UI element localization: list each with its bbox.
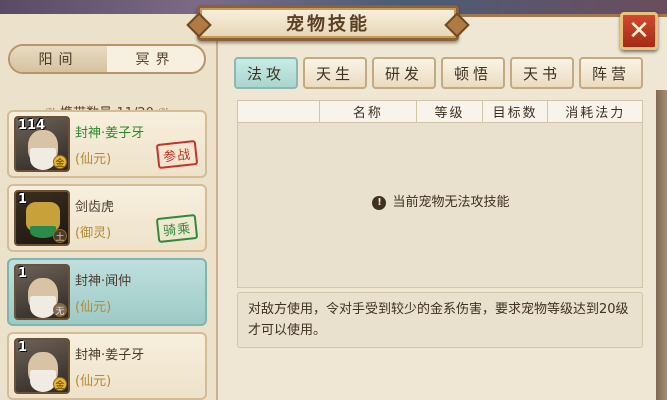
tab-yang-realm[interactable]: 阳间 [10, 46, 107, 72]
tab-magic-attack[interactable]: 法攻 [234, 57, 298, 89]
pet-level: 114 [18, 118, 46, 133]
tab-research[interactable]: 研发 [372, 57, 436, 89]
element-badge-icon: 无 [53, 303, 67, 317]
pet-type: (仙元) [75, 374, 112, 389]
pet-portrait: 1 无 [14, 264, 70, 320]
element-badge-icon: 金 [53, 377, 67, 391]
title-plaque: 宠物技能 [197, 5, 459, 41]
pet-portrait: 114 金 [14, 116, 70, 172]
column-header-level: 等级 [417, 101, 483, 122]
pet-type: (仙元) [75, 300, 112, 315]
column-header-mana-cost: 消耗法力 [565, 106, 626, 121]
right-edge-decoration [656, 90, 667, 400]
pet-card-selected[interactable]: 1 无 封神·闻仲 (仙元) [7, 258, 207, 326]
realm-tabs: 阳间 冥界 [8, 44, 206, 74]
empty-message-text: 当前宠物无法攻技能 [392, 195, 510, 210]
pet-portrait: 1 土 [14, 190, 70, 246]
element-badge-icon: 土 [53, 229, 67, 243]
pet-type: (仙元) [75, 152, 112, 167]
ride-stamp: 骑乘 [155, 213, 199, 244]
column-header-name: 名称 [320, 101, 418, 122]
close-button[interactable]: ✕ [620, 12, 658, 50]
tab-epiphany[interactable]: 顿悟 [441, 57, 505, 89]
pet-name: 封神·姜子牙 [75, 348, 145, 363]
empty-message: ! 当前宠物无法攻技能 [238, 191, 644, 210]
pet-type: (御灵) [75, 226, 112, 241]
column-header-targets: 目标数 [483, 101, 549, 122]
tab-underworld[interactable]: 冥界 [107, 46, 204, 72]
page-title: 宠物技能 [286, 14, 370, 35]
pet-card[interactable]: 1 土 剑齿虎 (御灵) 骑乘 [7, 184, 207, 252]
skill-panel: 法攻 天生 研发 顿悟 天书 阵营 名称 等级 目标数 消耗法力 ! 当前宠物无法… [222, 50, 656, 400]
skill-tabs: 法攻 天生 研发 顿悟 天书 阵营 [234, 57, 644, 89]
pet-list-column: 阳间 冥界 ❦ 携带数量:11/20 ❦ 114 金 封神·姜子牙 (仙元) 参… [0, 14, 218, 400]
pet-name: 封神·闻仲 [75, 274, 132, 289]
tab-heavenly-book[interactable]: 天书 [510, 57, 574, 89]
pet-level: 1 [18, 266, 28, 281]
skill-description: 对敌方使用，令对手受到较少的金系伤害，要求宠物等级达到20级才可以使用。 [237, 292, 643, 348]
pet-card[interactable]: 114 金 封神·姜子牙 (仙元) 参战 [7, 110, 207, 178]
pet-card[interactable]: 1 金 封神·姜子牙 (仙元) [7, 332, 207, 400]
table-header: 名称 等级 目标数 消耗法力 [238, 101, 642, 123]
pet-name: 封神·姜子牙 [75, 126, 145, 141]
pet-level: 1 [18, 340, 28, 355]
skills-table: 名称 等级 目标数 消耗法力 ! 当前宠物无法攻技能 [237, 100, 643, 288]
pet-level: 1 [18, 192, 28, 207]
tab-innate[interactable]: 天生 [303, 57, 367, 89]
battle-stamp: 参战 [155, 139, 199, 170]
pet-portrait: 1 金 [14, 338, 70, 394]
column-header-icon [238, 101, 320, 122]
element-badge-icon: 金 [53, 155, 67, 169]
warning-icon: ! [372, 195, 387, 210]
pet-name: 剑齿虎 [75, 200, 115, 215]
tab-faction[interactable]: 阵营 [579, 57, 643, 89]
